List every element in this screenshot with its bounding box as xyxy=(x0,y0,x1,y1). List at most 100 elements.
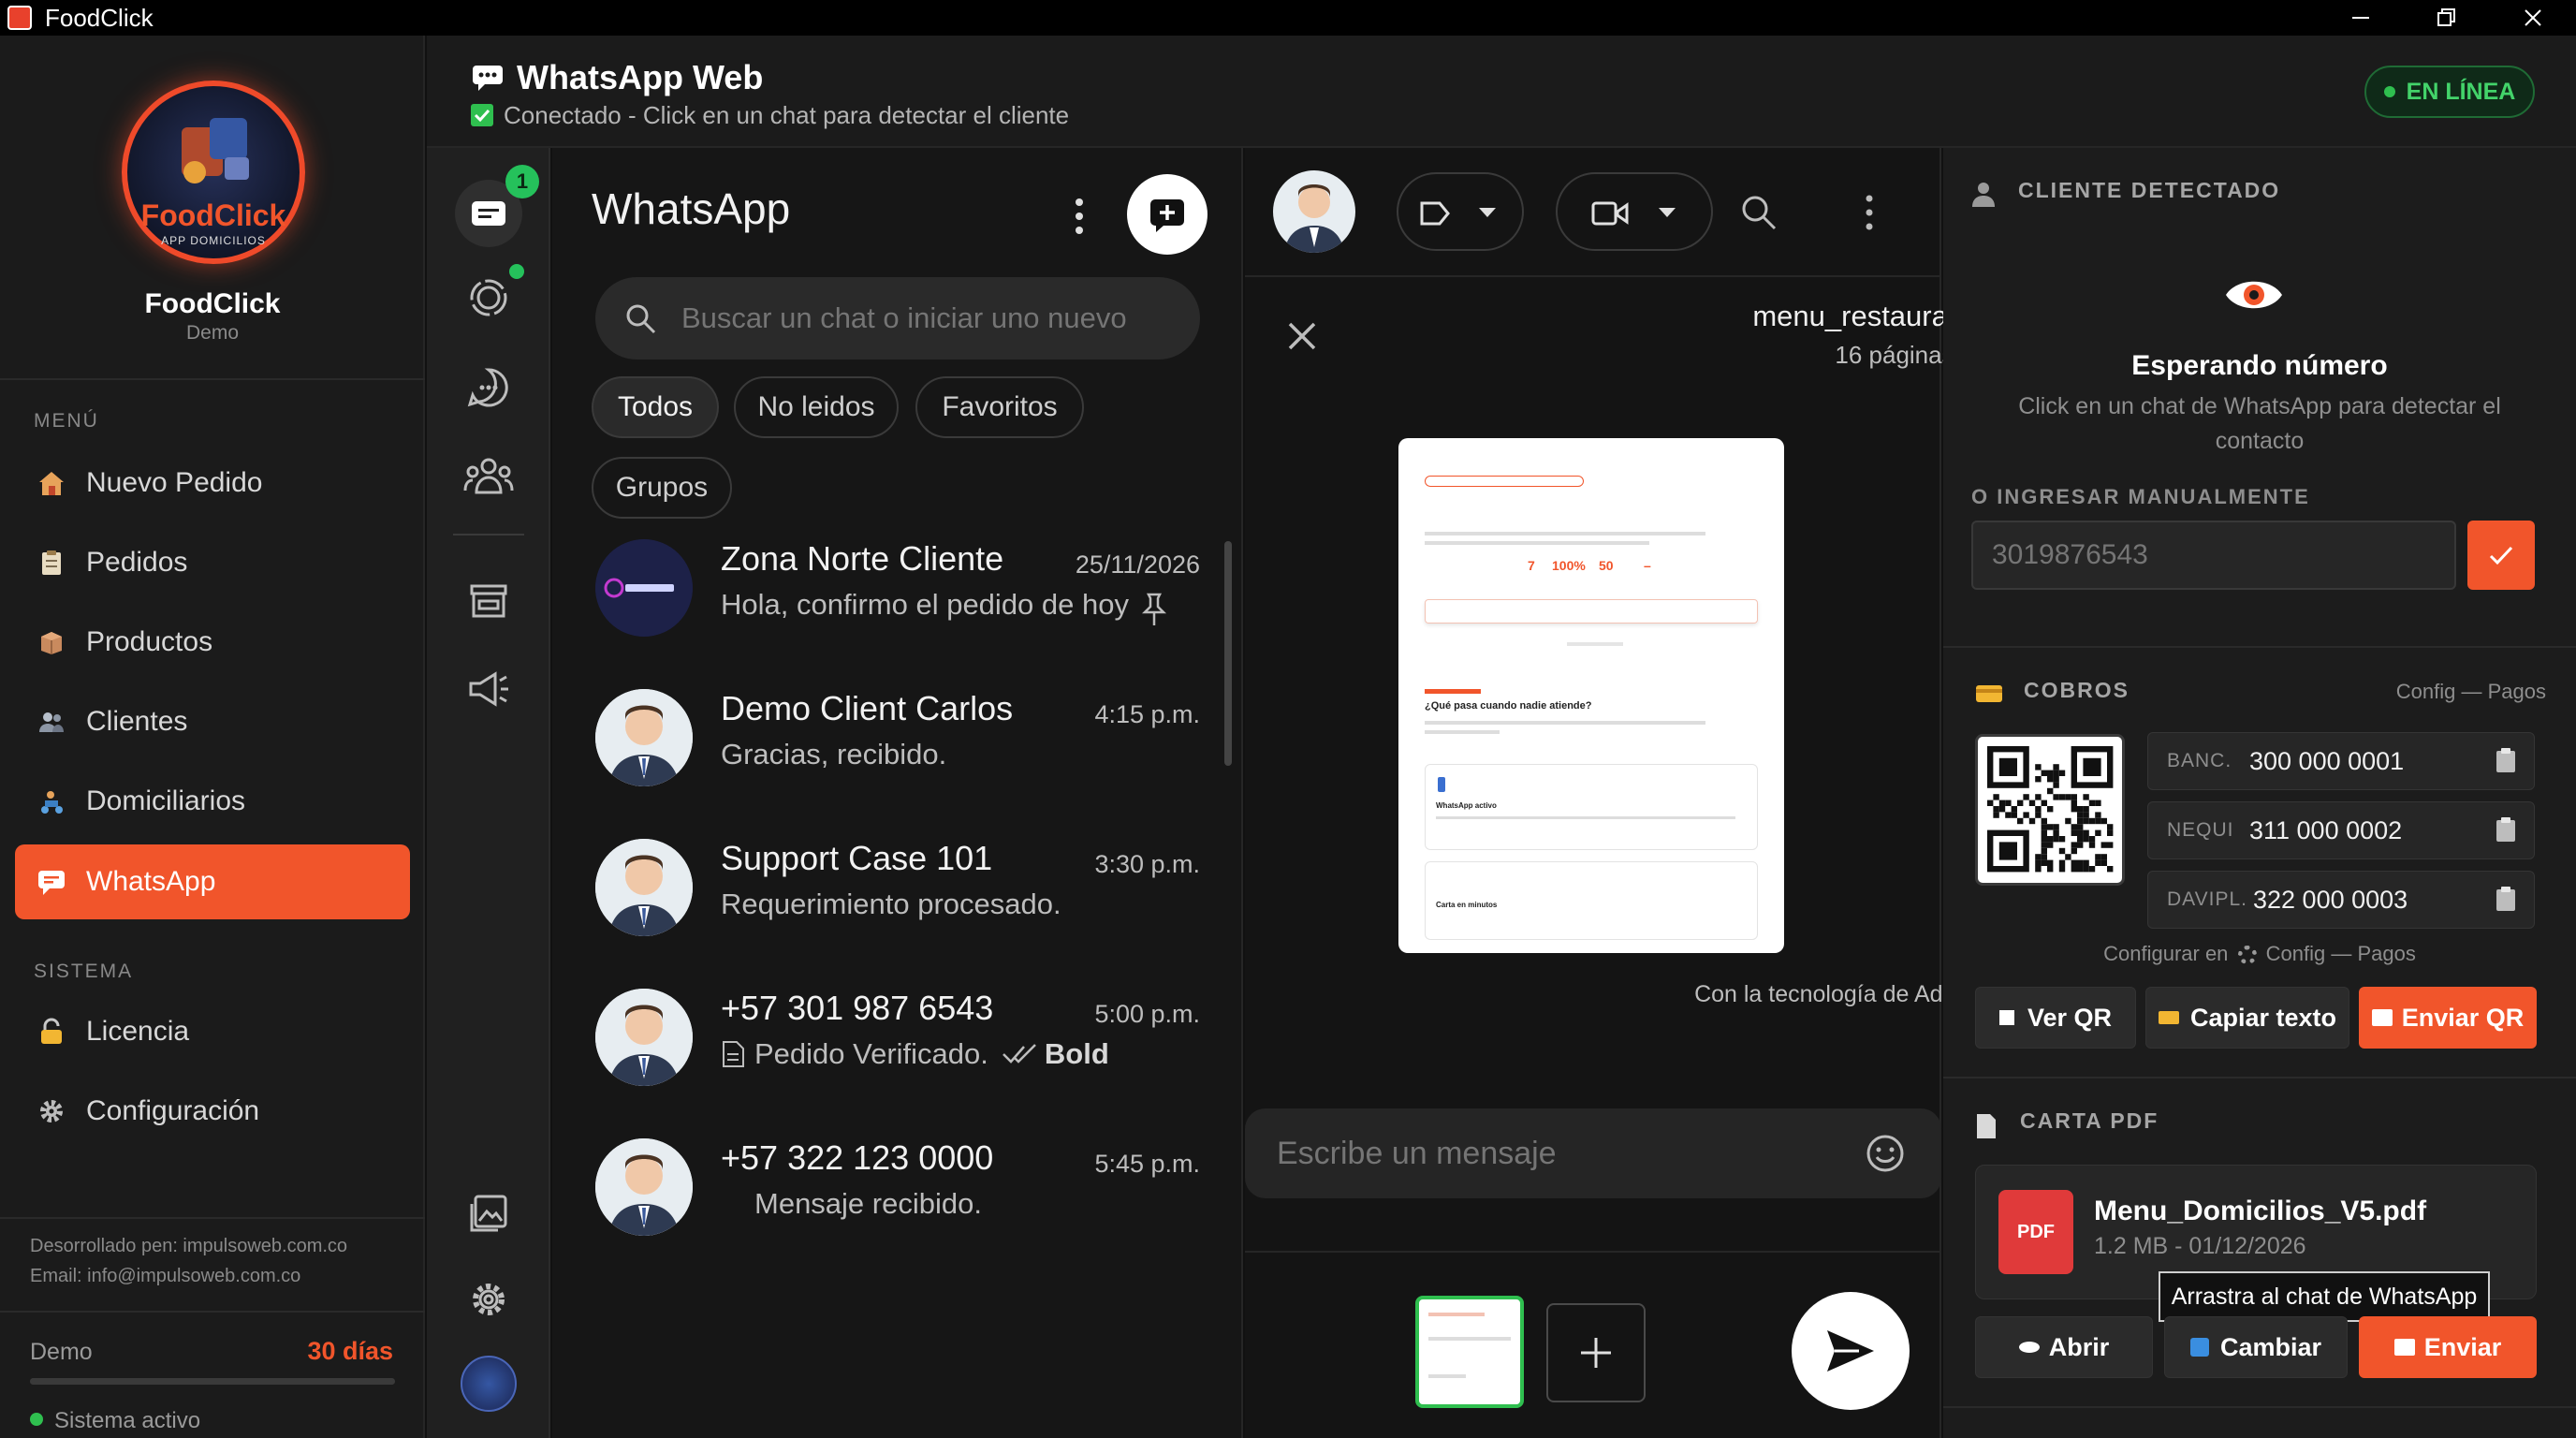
view-qr-button[interactable]: Ver QR xyxy=(1975,987,2136,1049)
communities-rail-button[interactable] xyxy=(461,448,517,504)
brand-name: FoodClick xyxy=(144,288,281,319)
message-box[interactable] xyxy=(1245,1108,1941,1198)
document-preview[interactable]: 7 100% 50 – ¿Qué pasa cuando nadie atien… xyxy=(1398,438,1784,953)
system-section-label: SISTEMA xyxy=(34,961,134,982)
chatlist-menu-button[interactable] xyxy=(1065,193,1093,240)
license-days: 30 días xyxy=(307,1337,393,1365)
status-rail-button[interactable] xyxy=(461,270,517,326)
pdf-file-meta: 1.2 MB - 01/12/2026 xyxy=(2094,1233,2306,1259)
media-rail-button[interactable] xyxy=(461,1185,517,1241)
check-icon xyxy=(471,104,493,126)
phone-input[interactable] xyxy=(1971,521,2456,590)
person-avatar-icon xyxy=(595,839,693,936)
clipboard-copy-icon[interactable] xyxy=(2495,815,2517,844)
send-icon xyxy=(1827,1330,1874,1372)
new-chat-button[interactable] xyxy=(1127,174,1208,255)
conversation-avatar[interactable] xyxy=(1273,170,1355,253)
profile-avatar[interactable] xyxy=(461,1356,517,1412)
person-avatar-icon xyxy=(595,689,693,786)
right-panel: CLIENTE DETECTADO Esperando número Click… xyxy=(1943,148,2576,1438)
store-rail-button[interactable] xyxy=(461,573,517,629)
chatlist-title: WhatsApp xyxy=(592,184,791,233)
food-bag-icon xyxy=(182,118,249,183)
nav-configuracion[interactable]: Configuración xyxy=(15,1074,410,1149)
preview-stat: 50 xyxy=(1599,558,1614,573)
nav-label: WhatsApp xyxy=(86,866,216,897)
minimize-button[interactable] xyxy=(2318,0,2404,36)
send-qr-button[interactable]: Enviar QR xyxy=(2359,987,2537,1049)
contact-avatar xyxy=(595,1138,693,1236)
send-button[interactable] xyxy=(1792,1292,1910,1410)
qr-code[interactable] xyxy=(1975,734,2125,886)
chat-preview-text: Pedido Verificado. xyxy=(754,1037,988,1070)
online-badge-label: EN LÍNEA xyxy=(2406,78,2516,105)
label-dropdown-button[interactable] xyxy=(1397,172,1524,251)
filter-todos[interactable]: Todos xyxy=(592,376,719,438)
app-icon xyxy=(7,6,32,30)
filter-favoritos[interactable]: Favoritos xyxy=(915,376,1084,438)
nav-whatsapp[interactable]: WhatsApp xyxy=(15,844,410,919)
filter-no-leidos[interactable]: No leidos xyxy=(734,376,899,438)
change-pdf-button[interactable]: Cambiar xyxy=(2164,1316,2348,1378)
button-label: Capiar texto xyxy=(2189,1003,2337,1032)
settings-rail-button[interactable] xyxy=(461,1271,517,1328)
chat-row-301[interactable]: +57 301 987 6543 5:00 p.m. Pedido Verifi… xyxy=(552,972,1243,1122)
payment-row-davipl: DAVIPL. 322 000 0003 xyxy=(2147,871,2535,929)
button-label: Abrir xyxy=(2048,1332,2110,1361)
chat-search-box[interactable] xyxy=(595,277,1200,360)
confirm-phone-button[interactable] xyxy=(2467,521,2535,590)
copy-text-button[interactable]: Capiar texto xyxy=(2145,987,2349,1049)
chat-search-input[interactable] xyxy=(681,290,1168,346)
nav-clientes[interactable]: Clientes xyxy=(15,684,410,759)
conversation-panel: menu_restaurante.pdf 16 páginas 7 100% 5… xyxy=(1245,148,2095,1438)
clipboard-copy-icon[interactable] xyxy=(2495,746,2517,774)
header-subtitle: Conectado - Click en un chat para detect… xyxy=(504,101,1070,129)
filter-grupos[interactable]: Grupos xyxy=(592,457,732,519)
chat-row-322[interactable]: +57 322 123 0000 5:45 p.m. Mensaje recib… xyxy=(552,1122,1243,1271)
send-pdf-button[interactable]: Enviar xyxy=(2359,1316,2537,1378)
video-call-dropdown-button[interactable] xyxy=(1556,172,1713,251)
close-window-button[interactable] xyxy=(2490,0,2576,36)
nav-domiciliarios[interactable]: Domiciliarios xyxy=(15,764,410,839)
house-icon xyxy=(36,467,67,499)
attachment-thumbnail[interactable] xyxy=(1415,1296,1524,1408)
qr-icon xyxy=(1998,1010,2014,1025)
more-vertical-icon xyxy=(1076,198,1083,234)
open-pdf-button[interactable]: Abrir xyxy=(1975,1316,2153,1378)
nav-licencia[interactable]: Licencia xyxy=(15,994,410,1069)
chat-time: 5:45 p.m. xyxy=(1094,1150,1200,1178)
refresh-icon xyxy=(2189,1338,2209,1357)
developer-credit: Desorrollado pen: impulsoweb.com.co xyxy=(30,1236,348,1256)
clipboard-icon xyxy=(36,547,67,579)
chat-row-support[interactable]: Support Case 101 3:30 p.m. Requerimiento… xyxy=(552,822,1243,972)
chat-name: Demo Client Carlos xyxy=(721,689,1014,727)
person-icon xyxy=(1972,183,1995,207)
chat-row-carlos[interactable]: Demo Client Carlos 4:15 p.m. Gracias, re… xyxy=(552,672,1243,822)
payments-config-link[interactable]: Config — Pagos xyxy=(2396,680,2546,704)
broadcast-rail-button[interactable] xyxy=(461,661,517,717)
tray-icon xyxy=(2393,1339,2415,1356)
more-vertical-icon[interactable] xyxy=(1855,191,1883,234)
restore-button[interactable] xyxy=(2404,0,2490,36)
chat-preview: Pedido Verificado. Bold xyxy=(721,1037,1109,1071)
unread-badge: 1 xyxy=(505,165,539,198)
megaphone-icon xyxy=(469,671,508,707)
client-section-title: CLIENTE DETECTADO xyxy=(2018,178,2281,202)
gear-icon xyxy=(473,1284,505,1315)
person-avatar-icon xyxy=(595,989,693,1086)
add-attachment-button[interactable] xyxy=(1546,1303,1646,1402)
config-hint-post[interactable]: Config — Pagos xyxy=(2266,942,2416,965)
preview-heading: ¿Qué pasa cuando nadie atiende? xyxy=(1425,700,1592,712)
nav-productos[interactable]: Productos xyxy=(15,605,410,680)
emoji-icon[interactable] xyxy=(1865,1133,1906,1174)
search-icon[interactable] xyxy=(1739,193,1778,232)
gear-icon xyxy=(36,1095,67,1127)
message-input[interactable] xyxy=(1277,1125,1838,1181)
chat-row-zona-norte[interactable]: Zona Norte Cliente 25/11/2026 Hola, conf… xyxy=(552,522,1243,672)
nav-nuevo-pedido[interactable]: Nuevo Pedido xyxy=(15,446,410,521)
chat-name: +57 301 987 6543 xyxy=(721,989,994,1027)
clipboard-copy-icon[interactable] xyxy=(2495,885,2517,913)
nav-pedidos[interactable]: Pedidos xyxy=(15,525,410,600)
chats-icon xyxy=(472,201,505,226)
channels-rail-button[interactable] xyxy=(461,360,517,416)
